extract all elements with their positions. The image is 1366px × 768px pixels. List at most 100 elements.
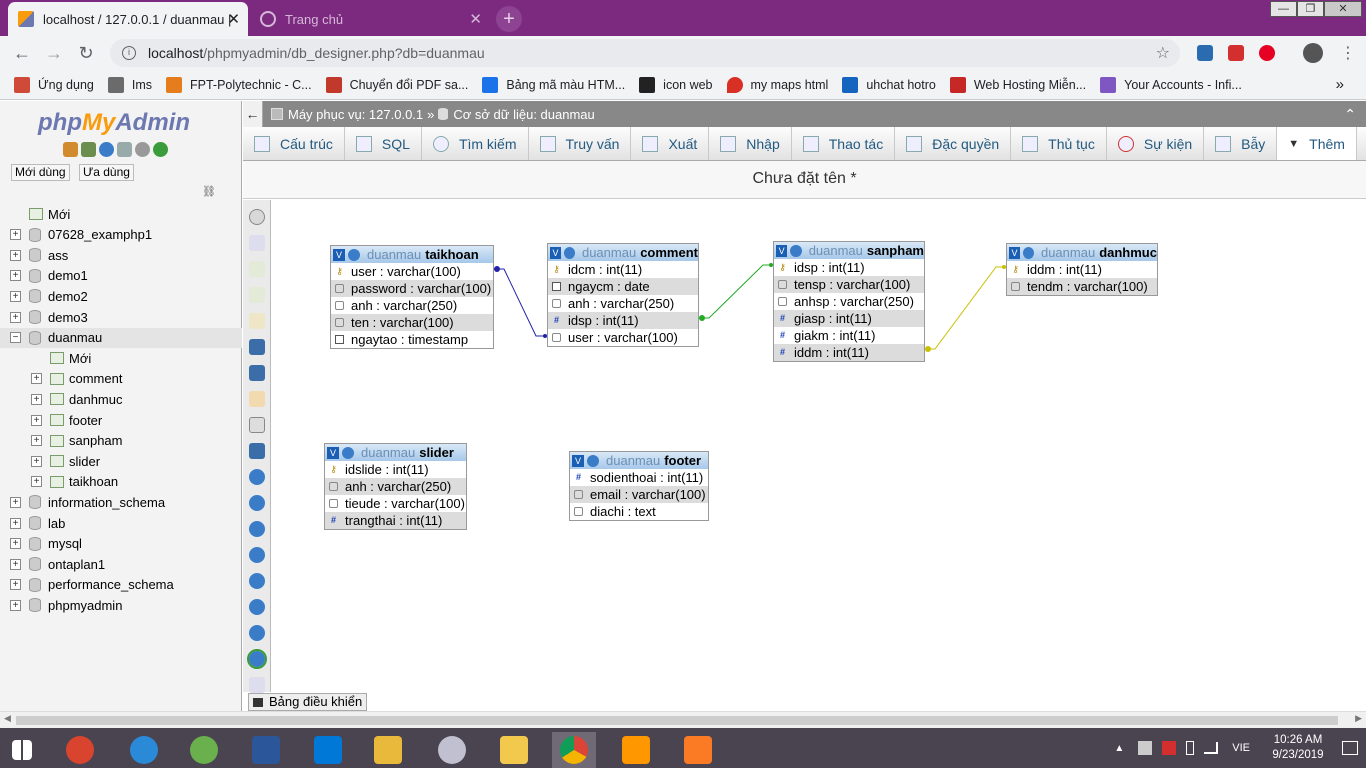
bookmark-item[interactable]: Web Hosting Miễn... <box>949 76 1086 93</box>
settings-icon[interactable] <box>135 142 150 157</box>
link-with-main-panel-icon[interactable]: ⛓ <box>202 185 216 198</box>
taskbar-app[interactable] <box>182 732 226 768</box>
table-column[interactable]: ⚷ iddm : int(11) <box>1007 261 1157 278</box>
tab-sql[interactable]: SQL <box>345 127 422 160</box>
bookmark-apps[interactable]: Ứng dụng <box>14 76 94 93</box>
open-page-icon[interactable] <box>249 313 265 329</box>
expand-icon[interactable]: + <box>10 558 21 570</box>
logout-icon[interactable] <box>81 142 96 157</box>
input-language[interactable]: VIE <box>1232 742 1250 754</box>
tree-table-item[interactable]: + comment <box>0 369 242 389</box>
tree-database-item[interactable]: − duanmau <box>0 327 242 348</box>
bookmark-item[interactable]: my maps html <box>726 76 828 93</box>
close-tab-icon[interactable]: ✕ <box>469 10 482 28</box>
table-column[interactable]: email : varchar(100) <box>570 486 708 503</box>
fullscreen-icon[interactable] <box>249 235 265 251</box>
clock[interactable]: 10:26 AM 9/23/2019 <box>1262 733 1334 763</box>
pinterest-icon[interactable] <box>1259 45 1275 61</box>
tree-table-item[interactable]: + danhmuc <box>0 389 242 409</box>
taskbar-app[interactable] <box>306 732 350 768</box>
phpmyadmin-logo[interactable]: phpMyAdmin <box>38 109 190 137</box>
expand-icon[interactable]: + <box>10 579 21 591</box>
tree-database-item[interactable]: + lab <box>0 513 242 533</box>
table-header[interactable]: Vduanmau slider <box>325 444 466 461</box>
bookmark-item[interactable]: Chuyển đổi PDF sa... <box>325 76 468 93</box>
tree-database-item[interactable]: + performance_schema <box>0 575 242 595</box>
table-column[interactable]: ngaycm : date <box>548 278 698 295</box>
table-column[interactable]: # iddm : int(11) <box>774 344 924 361</box>
tree-database-item[interactable]: + demo3 <box>0 307 242 327</box>
toggle-columns-icon[interactable]: V <box>776 244 788 257</box>
taskbar-app[interactable] <box>676 732 720 768</box>
bookmark-item[interactable]: Bảng mã màu HTM... <box>482 76 625 93</box>
table-column[interactable]: ten : varchar(100) <box>331 314 493 331</box>
tab-privileges[interactable]: Đặc quyền <box>895 127 1012 160</box>
address-bar[interactable]: i localhost/phpmyadmin/db_designer.php?d… <box>110 39 1180 67</box>
table-column[interactable]: ⚷ idsp : int(11) <box>774 259 924 276</box>
table-column[interactable]: ⚷ user : varchar(100) <box>331 263 493 280</box>
tree-database-item[interactable]: + ass <box>0 245 242 265</box>
taskbar-app[interactable] <box>244 732 288 768</box>
taskbar-app[interactable] <box>366 732 410 768</box>
favorite-tables-button[interactable]: Ưa dùng <box>79 164 134 181</box>
tab-phpmyadmin[interactable]: localhost / 127.0.0.1 / duanmau | ✕ <box>8 2 248 36</box>
forward-button[interactable]: → <box>42 41 66 65</box>
expand-icon[interactable]: + <box>31 476 42 488</box>
help-icon[interactable] <box>249 521 265 537</box>
table-column[interactable]: ngaytao : timestamp <box>331 331 493 348</box>
tab-query[interactable]: Truy vấn <box>529 127 632 160</box>
table-column[interactable]: password : varchar(100) <box>331 280 493 297</box>
table-header[interactable]: Vduanmau taikhoan <box>331 246 493 263</box>
expand-icon[interactable]: + <box>10 599 21 611</box>
taskbar-app[interactable] <box>58 732 102 768</box>
tree-new-item[interactable]: Mới <box>0 204 242 224</box>
bookmark-item[interactable]: uhchat hotro <box>842 76 936 93</box>
network-warning-icon[interactable] <box>1138 741 1153 755</box>
pocket-icon[interactable] <box>1228 45 1244 61</box>
reload-icon[interactable] <box>249 495 265 511</box>
table-column[interactable]: ⚷ idslide : int(11) <box>325 461 466 478</box>
help-icon[interactable] <box>99 142 114 157</box>
taskbar-app[interactable] <box>430 732 474 768</box>
tab-more[interactable]: ▼ Thêm <box>1277 127 1357 160</box>
back-button[interactable]: ← <box>10 41 34 65</box>
taskbar-app[interactable] <box>492 732 536 768</box>
save-as-icon[interactable] <box>249 365 265 381</box>
bookmark-item[interactable]: Ims <box>107 76 152 93</box>
designer-table-danhmuc[interactable]: Vduanmau danhmuc ⚷ iddm : int(11) tendm : va… <box>1006 243 1158 296</box>
table-column[interactable]: anh : varchar(250) <box>548 295 698 312</box>
taskbar-app-chrome[interactable] <box>552 732 596 768</box>
designer-table-sanpham[interactable]: Vduanmau sanpham ⚷ idsp : int(11) tensp : va… <box>773 241 925 362</box>
expand-icon[interactable]: + <box>10 538 21 550</box>
minimize-button[interactable]: — <box>1270 1 1297 17</box>
url-text[interactable]: localhost/phpmyadmin/db_designer.php?db=… <box>148 45 485 61</box>
toggle-small-big-icon[interactable] <box>249 625 265 641</box>
info-icon[interactable]: i <box>122 46 136 60</box>
table-column[interactable]: diachi : text <box>570 503 708 520</box>
table-column[interactable]: # giasp : int(11) <box>774 310 924 327</box>
table-options-icon[interactable] <box>1022 246 1034 259</box>
designer-table-comment[interactable]: Vduanmau comment ⚷ idcm : int(11) ngaycm : d… <box>547 243 699 347</box>
table-column[interactable]: # giakm : int(11) <box>774 327 924 344</box>
table-column[interactable]: # trangthai : int(11) <box>325 512 466 529</box>
toggle-columns-icon[interactable]: V <box>333 248 345 261</box>
table-options-icon[interactable] <box>342 446 354 459</box>
antivirus-icon[interactable] <box>1162 741 1177 755</box>
small-big-all-icon[interactable] <box>249 599 265 615</box>
tree-table-item[interactable]: + footer <box>0 410 242 430</box>
tab-trang-chu[interactable]: Trang chủ ✕ <box>250 2 490 36</box>
menu-icon[interactable]: ⋮ <box>1340 43 1356 63</box>
tree-database-item[interactable]: + ontaplan1 <box>0 554 242 574</box>
tree-database-item[interactable]: + phpmyadmin <box>0 595 242 615</box>
table-column[interactable]: anh : varchar(250) <box>331 297 493 314</box>
table-column[interactable]: # idsp : int(11) <box>548 312 698 329</box>
tree-database-item[interactable]: + information_schema <box>0 492 242 512</box>
close-window-button[interactable]: ✕ <box>1324 1 1362 17</box>
save-icon[interactable] <box>249 339 265 355</box>
tab-routines[interactable]: Thủ tục <box>1011 127 1107 160</box>
tab-triggers[interactable]: Bẫy <box>1204 127 1278 160</box>
toggle-columns-icon[interactable]: V <box>550 246 561 259</box>
horizontal-scrollbar[interactable]: ◀ ▶ <box>0 711 1366 728</box>
table-column[interactable]: anh : varchar(250) <box>325 478 466 495</box>
wifi-icon[interactable] <box>1204 742 1219 754</box>
